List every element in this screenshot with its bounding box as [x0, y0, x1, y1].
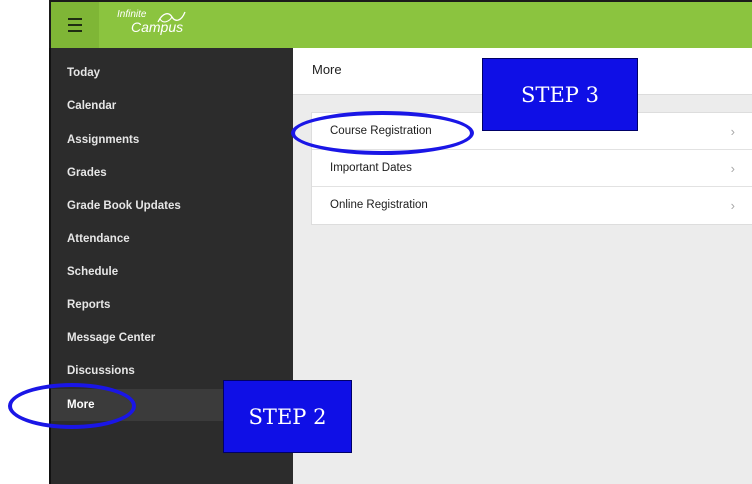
list-item-important-dates[interactable]: Important Dates ›	[312, 150, 752, 187]
sidebar-item-assignments[interactable]: Assignments	[51, 124, 293, 156]
highlight-ellipse-course-registration	[291, 111, 474, 155]
sidebar-item-reports[interactable]: Reports	[51, 289, 293, 321]
list-item-online-registration[interactable]: Online Registration ›	[312, 187, 752, 224]
sidebar-item-calendar[interactable]: Calendar	[51, 90, 293, 122]
chevron-right-icon: ›	[730, 198, 735, 213]
chevron-right-icon: ›	[730, 124, 735, 139]
sidebar-item-schedule[interactable]: Schedule	[51, 256, 293, 288]
sidebar-item-grades[interactable]: Grades	[51, 157, 293, 189]
highlight-ellipse-more	[8, 383, 136, 429]
sidebar-item-attendance[interactable]: Attendance	[51, 223, 293, 255]
list-item-label: Online Registration	[330, 199, 428, 211]
list-item-label: Important Dates	[330, 162, 412, 174]
step-3-callout: STEP 3	[482, 58, 638, 131]
infinite-campus-logo[interactable]: Infinite Campus	[117, 10, 186, 34]
logo-swirl-icon	[157, 11, 186, 23]
sidebar-item-message-center[interactable]: Message Center	[51, 322, 293, 354]
hamburger-menu-icon[interactable]	[51, 2, 99, 48]
sidebar-item-grade-book-updates[interactable]: Grade Book Updates	[51, 190, 293, 222]
step-2-callout: STEP 2	[223, 380, 352, 453]
chevron-right-icon: ›	[730, 161, 735, 176]
page-title: More	[312, 62, 342, 77]
top-bar: Infinite Campus	[49, 0, 752, 48]
sidebar-item-today[interactable]: Today	[51, 57, 293, 89]
